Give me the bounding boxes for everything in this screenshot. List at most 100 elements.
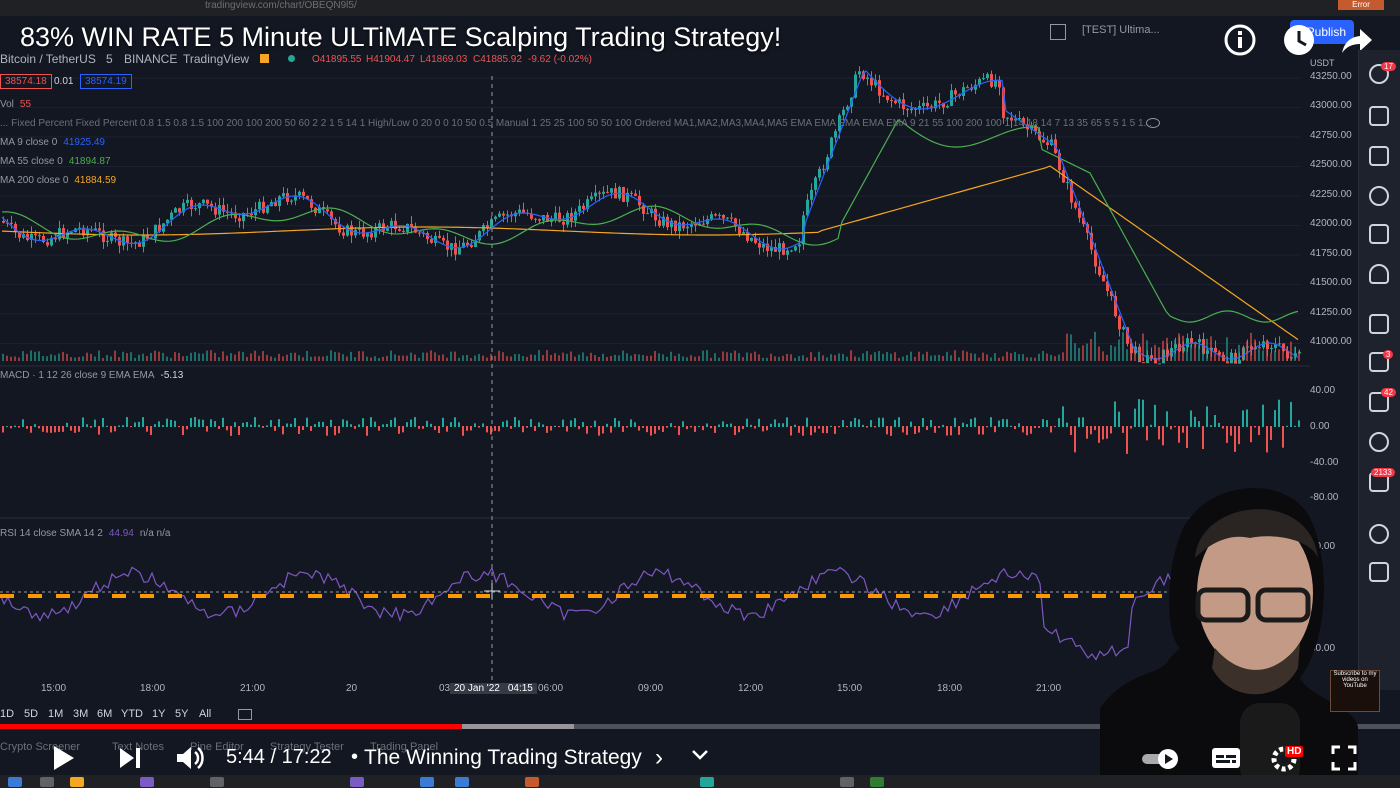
hd-badge: HD [1285, 746, 1304, 757]
search-icon[interactable] [40, 777, 54, 787]
volume-bar [734, 350, 736, 361]
macd-bar [1206, 406, 1208, 427]
macd-bar [674, 426, 676, 428]
candle-body [834, 131, 837, 138]
symbol-name[interactable]: Bitcoin / TetherUS [0, 52, 96, 66]
ma200-legend[interactable]: MA 200 close 0 41884.59 [0, 175, 116, 186]
ohlc-change: -9.62 (-0.02%) [528, 54, 592, 65]
app-icon[interactable] [140, 777, 154, 787]
macd-bar [514, 417, 516, 427]
tf-ytd[interactable]: YTD [121, 708, 143, 720]
flag-icon[interactable] [260, 54, 269, 63]
tf-all[interactable]: All [199, 708, 211, 720]
info-icon[interactable] [1223, 23, 1257, 57]
url-text[interactable]: tradingview.com/chart/OBEQN9l5/ [205, 0, 357, 11]
volume-bar [666, 356, 668, 361]
volume-bar [426, 352, 428, 361]
sell-price-box[interactable]: 38574.18 [0, 74, 52, 89]
help-icon[interactable] [1369, 524, 1389, 544]
volume-bar [1002, 356, 1004, 361]
app-icon[interactable] [350, 777, 364, 787]
app-icon[interactable] [870, 777, 884, 787]
subtitles-icon[interactable] [1210, 746, 1242, 770]
macd-bar [342, 419, 344, 427]
tf-1m[interactable]: 1M [48, 708, 63, 720]
volume-bar [494, 355, 496, 361]
next-icon[interactable] [116, 744, 144, 772]
tf-5d[interactable]: 5D [24, 708, 38, 720]
layout-name[interactable]: [TEST] Ultima... [1082, 24, 1160, 36]
start-icon[interactable] [8, 777, 22, 787]
rsi-legend[interactable]: RSI 14 close SMA 14 2 44.94 n/a n/a [0, 528, 170, 539]
macd-bar [734, 426, 736, 436]
volume-bar [922, 354, 924, 361]
ma9-legend[interactable]: MA 9 close 0 41925.49 [0, 137, 105, 148]
tf-5y[interactable]: 5Y [175, 708, 188, 720]
ohlc-low: L41869.03 [420, 54, 468, 65]
strategy-legend[interactable]: ... Fixed Percent Fixed Percent 0.8 1.5 … [0, 118, 1152, 129]
chevron-down-icon[interactable] [690, 748, 710, 762]
volume-bar [550, 354, 552, 361]
tf-1d[interactable]: 1D [0, 708, 14, 720]
volume-bar [902, 356, 904, 361]
video-title[interactable]: 83% WIN RATE 5 Minute ULTiMATE Scalping … [20, 22, 781, 53]
macd-bar [750, 424, 752, 427]
ma200-value: 41884.59 [74, 175, 117, 186]
tf-3m[interactable]: 3M [73, 708, 88, 720]
volume-bar [1030, 357, 1032, 361]
app-icon[interactable] [700, 777, 714, 787]
layout-checkbox[interactable] [1050, 24, 1066, 40]
tf-1y[interactable]: 1Y [152, 708, 165, 720]
macd-bar [114, 426, 116, 432]
volume-bar [1258, 349, 1260, 361]
app-icon[interactable] [420, 777, 434, 787]
calendar-icon[interactable] [1369, 224, 1389, 244]
app-icon[interactable] [525, 777, 539, 787]
vol-legend[interactable]: Vol 55 [0, 99, 31, 110]
app-icon[interactable] [840, 777, 854, 787]
ideas-icon[interactable] [1369, 264, 1389, 284]
volume-bar [78, 356, 80, 361]
watch-later-icon[interactable] [1282, 23, 1316, 57]
volume-bar [782, 355, 784, 361]
fullscreen-icon[interactable] [1330, 744, 1358, 772]
play-icon[interactable] [46, 742, 78, 774]
crosshair-date: 20 Jan '22 [454, 683, 500, 694]
subscribe-badge[interactable]: Subscribe to my videos on YouTube [1330, 670, 1380, 712]
candle-body [710, 214, 713, 220]
macd-bar [274, 426, 276, 431]
watchlist-icon[interactable] [1369, 106, 1389, 126]
signal-icon[interactable] [1369, 432, 1389, 452]
app-icon[interactable] [210, 777, 224, 787]
hide-eye-icon[interactable] [1146, 118, 1160, 128]
symbol-interval[interactable]: 5 [106, 52, 113, 66]
tf-6m[interactable]: 6M [97, 708, 112, 720]
autoplay-toggle-icon[interactable] [1140, 748, 1182, 770]
macd-tick: 40.00 [1310, 385, 1336, 396]
candle-body [730, 217, 733, 219]
volume-bar [122, 351, 124, 361]
explorer-icon[interactable] [70, 777, 84, 787]
hotlist-icon[interactable] [1369, 186, 1389, 206]
volume-icon[interactable] [174, 744, 204, 772]
volume-bar [394, 354, 396, 361]
macd-bar [346, 420, 348, 427]
streams-icon[interactable] [1369, 314, 1389, 334]
macd-bar [686, 426, 688, 430]
object-tree-icon[interactable] [1369, 562, 1389, 582]
chapter-arrow[interactable]: › [655, 744, 663, 772]
volume-bar [1158, 347, 1160, 361]
time-tick: 03 [439, 683, 451, 694]
macd-legend[interactable]: MACD · 1 12 26 close 9 EMA EMA -5.13 [0, 370, 183, 381]
app-icon[interactable] [455, 777, 469, 787]
data-window-icon[interactable] [1369, 146, 1389, 166]
date-range-icon[interactable] [238, 709, 252, 720]
candle-body [954, 90, 957, 95]
volume-bar [910, 351, 912, 361]
macd-bar [842, 420, 844, 427]
chapter-title[interactable]: The Winning Trading Strategy [364, 746, 642, 770]
buy-price-box[interactable]: 38574.19 [80, 74, 132, 89]
macd-bar [1138, 399, 1140, 427]
ma55-legend[interactable]: MA 55 close 0 41894.87 [0, 156, 111, 167]
chapter-separator: • [351, 746, 359, 768]
